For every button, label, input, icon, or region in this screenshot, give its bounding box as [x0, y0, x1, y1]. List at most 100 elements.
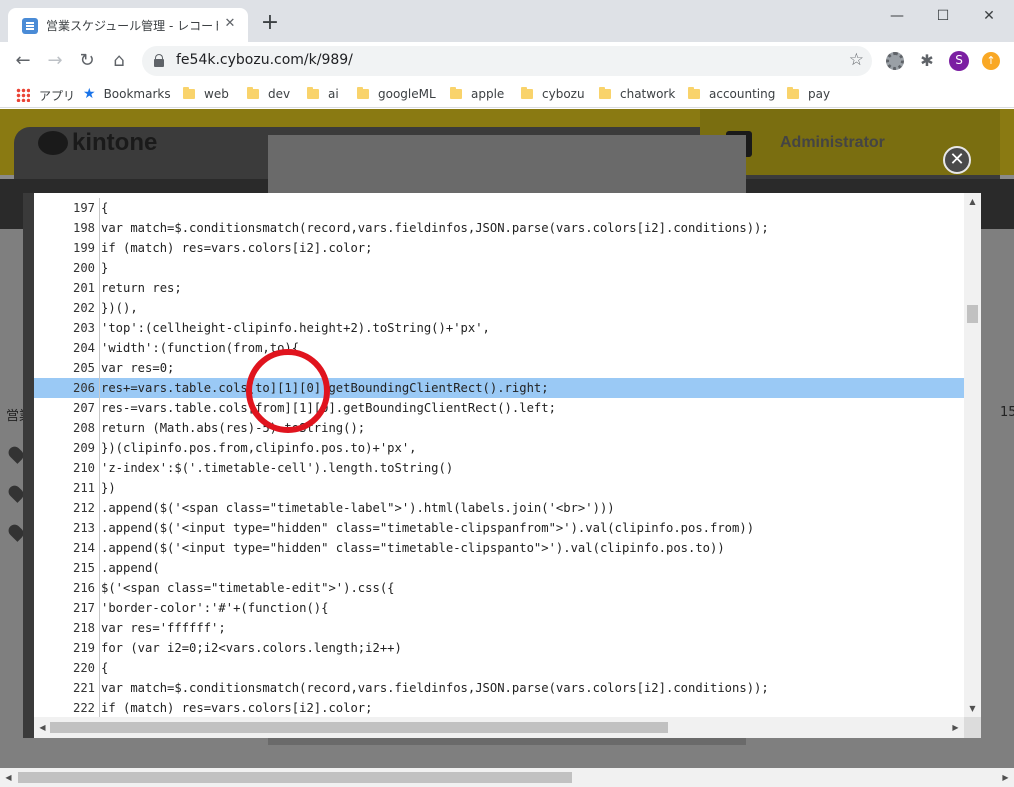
- bookmark-apps[interactable]: アプリ: [16, 86, 75, 104]
- vertical-scrollbar[interactable]: ▲ ▼: [964, 193, 981, 717]
- reload-icon[interactable]: ↻: [76, 50, 98, 72]
- gutter-divider: [99, 278, 100, 298]
- code-line[interactable]: 215 .append(: [34, 558, 964, 578]
- forward-icon[interactable]: →: [44, 50, 66, 72]
- code-line[interactable]: 217 'border-color':'#'+(function(){: [34, 598, 964, 618]
- tab-title: 営業スケジュール管理 - レコードの一覧: [46, 19, 218, 33]
- code-text: if (match) res=vars.colors[i2].color;: [101, 701, 373, 715]
- bookmark-cybozu[interactable]: cybozu: [521, 86, 585, 104]
- browser-tab[interactable]: 営業スケジュール管理 - レコードの一覧 ✕: [8, 8, 248, 42]
- code-line[interactable]: 203 'top':(cellheight-clipinfo.height+2).…: [34, 318, 964, 338]
- code-line[interactable]: 214 .append($('<input type="hidden" class…: [34, 538, 964, 558]
- code-line[interactable]: 222 if (match) res=vars.colors[i2].color;: [34, 698, 964, 717]
- gutter-divider: [99, 598, 100, 618]
- back-icon[interactable]: ←: [12, 50, 34, 72]
- code-line[interactable]: 202})(),: [34, 298, 964, 318]
- close-window-button[interactable]: ✕: [966, 4, 1012, 28]
- line-number: 204: [72, 341, 95, 355]
- gutter-divider: [99, 418, 100, 438]
- user-name: Administrator: [780, 134, 885, 151]
- code-line[interactable]: 219 for (var i2=0;i2<vars.colors.length;i…: [34, 638, 964, 658]
- code-line[interactable]: 200}: [34, 258, 964, 278]
- line-number: 198: [72, 221, 95, 235]
- gutter-divider: [99, 198, 100, 218]
- code-line[interactable]: 213 .append($('<input type="hidden" class…: [34, 518, 964, 538]
- code-line[interactable]: 205 var res=0;: [34, 358, 964, 378]
- page-scroll-right-arrow-icon[interactable]: ▶: [997, 769, 1014, 786]
- bookmark-pay[interactable]: pay: [787, 86, 830, 104]
- scroll-up-arrow-icon[interactable]: ▲: [964, 193, 981, 210]
- horizontal-scrollbar[interactable]: ◀ ▶: [34, 717, 964, 738]
- code-line[interactable]: 220 {: [34, 658, 964, 678]
- folder-icon: [688, 87, 700, 99]
- code-text: $('<span class="timetable-edit">').css({: [101, 581, 395, 595]
- folder-icon: [599, 87, 611, 99]
- gutter-divider: [99, 338, 100, 358]
- page-horizontal-scrollbar[interactable]: ◀ ▶: [0, 768, 1014, 787]
- maximize-button[interactable]: ☐: [920, 4, 966, 28]
- gutter-divider: [99, 258, 100, 278]
- code-line[interactable]: 201 return res;: [34, 278, 964, 298]
- code-line[interactable]: 199 if (match) res=vars.colors[i2].color;: [34, 238, 964, 258]
- folder-icon: [521, 87, 533, 99]
- code-line[interactable]: 212 .append($('<span class="timetable-lab…: [34, 498, 964, 518]
- bookmark-apple[interactable]: apple: [450, 86, 504, 104]
- gutter-divider: [99, 618, 100, 638]
- highlighted-code-line[interactable]: 206 res+=vars.table.cols[to][1][0].getBou…: [34, 378, 964, 398]
- extensions-puzzle-icon[interactable]: ✱: [918, 52, 936, 70]
- minimize-button[interactable]: —: [874, 4, 920, 28]
- code-text: var res='ffffff';: [101, 621, 226, 635]
- extension-gear-icon[interactable]: [886, 52, 904, 70]
- bookmark-googleml[interactable]: googleML: [357, 86, 436, 104]
- lock-icon[interactable]: [154, 54, 164, 67]
- line-number: 214: [72, 541, 95, 555]
- folder-icon: [307, 87, 319, 99]
- bookmarks-bar: アプリ ★ Bookmarks web dev ai googleML apple…: [0, 80, 1014, 108]
- url-text[interactable]: fe54k.cybozu.com/k/989/: [176, 52, 353, 68]
- line-number: 215: [72, 561, 95, 575]
- bookmark-web[interactable]: web: [183, 86, 229, 104]
- gutter-divider: [99, 538, 100, 558]
- scroll-right-arrow-icon[interactable]: ▶: [947, 719, 964, 736]
- code-text: 'top':(cellheight-clipinfo.height+2).toS…: [101, 321, 490, 335]
- code-line[interactable]: 197 {: [34, 198, 964, 218]
- code-line[interactable]: 211}): [34, 478, 964, 498]
- code-line[interactable]: 204'width':(function(from,to){: [34, 338, 964, 358]
- code-line[interactable]: 210 'z-index':$('.timetable-cell').length…: [34, 458, 964, 478]
- update-icon[interactable]: ↑: [982, 52, 1000, 70]
- gutter-divider: [99, 298, 100, 318]
- code-text: .append($('<input type="hidden" class="t…: [101, 521, 755, 535]
- line-number: 203: [72, 321, 95, 335]
- address-bar[interactable]: fe54k.cybozu.com/k/989/ ☆: [142, 46, 872, 76]
- bookmark-accounting[interactable]: accounting: [688, 86, 775, 104]
- new-tab-button[interactable]: +: [258, 12, 282, 36]
- bookmark-chatwork[interactable]: chatwork: [599, 86, 675, 104]
- code-line[interactable]: 216 $('<span class="timetable-edit">').cs…: [34, 578, 964, 598]
- horizontal-scroll-thumb[interactable]: [50, 722, 668, 733]
- bookmark-ai[interactable]: ai: [307, 86, 339, 104]
- code-line[interactable]: 218 var res='ffffff';: [34, 618, 964, 638]
- close-tab-icon[interactable]: ✕: [222, 16, 238, 32]
- page-scroll-left-arrow-icon[interactable]: ◀: [0, 769, 17, 786]
- code-text: })(),: [101, 301, 138, 315]
- bookmark-dev[interactable]: dev: [247, 86, 290, 104]
- scroll-down-arrow-icon[interactable]: ▼: [964, 700, 981, 717]
- code-line[interactable]: 198 var match=$.conditionsmatch(record,va…: [34, 218, 964, 238]
- home-icon[interactable]: ⌂: [108, 50, 130, 72]
- close-modal-button[interactable]: ✕: [943, 146, 971, 174]
- code-line[interactable]: 209})(clipinfo.pos.from,clipinfo.pos.to)…: [34, 438, 964, 458]
- gutter-divider: [99, 238, 100, 258]
- code-text: for (var i2=0;i2<vars.colors.length;i2++…: [101, 641, 402, 655]
- vertical-scroll-thumb[interactable]: [967, 305, 978, 323]
- bookmark-bookmarks[interactable]: ★ Bookmarks: [83, 86, 171, 104]
- profile-avatar[interactable]: S: [949, 51, 969, 71]
- page-horizontal-scroll-thumb[interactable]: [18, 772, 572, 783]
- scroll-left-arrow-icon[interactable]: ◀: [34, 719, 51, 736]
- folder-icon: [450, 87, 462, 99]
- bookmark-star-icon[interactable]: ☆: [849, 50, 864, 70]
- code-line[interactable]: 207 res-=vars.table.cols[from][1][0].getB…: [34, 398, 964, 418]
- scrollbar-corner: [964, 717, 981, 738]
- code-line[interactable]: 221 var match=$.conditionsmatch(record,va…: [34, 678, 964, 698]
- code-viewer[interactable]: 197 {198 var match=$.conditionsmatch(recor…: [34, 193, 964, 717]
- code-line[interactable]: 208 return (Math.abs(res)-5).toString();: [34, 418, 964, 438]
